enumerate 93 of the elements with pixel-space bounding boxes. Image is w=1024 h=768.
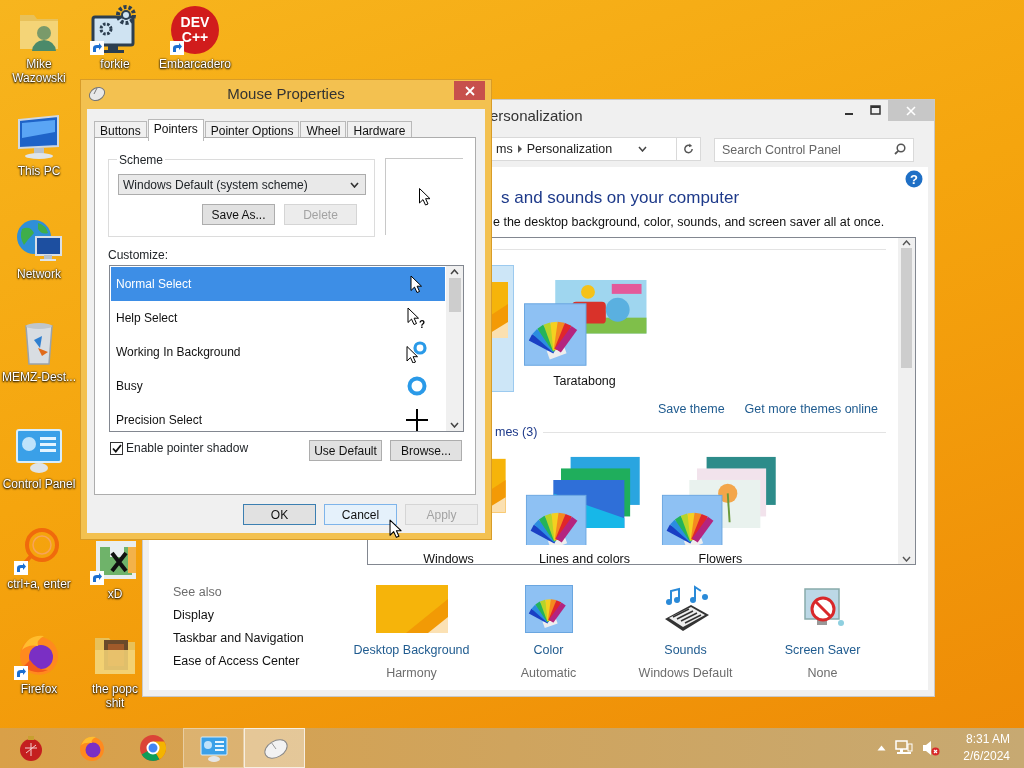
window-title: ersonalization [490, 106, 583, 126]
refresh-icon [683, 143, 694, 155]
show-hidden-icons-icon[interactable] [877, 745, 887, 751]
setting-link[interactable]: Sounds [664, 641, 707, 660]
dropdown-chevron-icon[interactable] [637, 146, 647, 152]
scroll-down-icon [902, 556, 911, 562]
scroll-up-icon [902, 240, 911, 246]
pointer-list[interactable]: Normal Select Help Select ? Working In Background Busy Precision Select [109, 265, 464, 432]
busy-pointer-icon [406, 341, 428, 363]
scrollbar-thumb[interactable] [901, 248, 912, 368]
shortcut-arrow-icon [90, 571, 104, 585]
theme-name: Flowers [698, 550, 743, 568]
button[interactable]: Use Default [309, 440, 382, 461]
dropdown-chevron-icon [350, 181, 359, 188]
close-button[interactable] [454, 81, 485, 100]
control-panel-icon [199, 734, 228, 762]
list-item[interactable]: Precision Select [111, 403, 445, 431]
crosshair-icon [406, 409, 428, 431]
shortcut-arrow-icon [14, 561, 28, 575]
checkbox[interactable] [110, 441, 123, 455]
button[interactable]: OK [243, 504, 316, 525]
scrollbar[interactable] [446, 266, 463, 431]
see-also-link[interactable]: Display [173, 604, 343, 627]
shortcut-arrow-icon [14, 666, 28, 680]
theme-name: Taratabong [553, 373, 616, 391]
list-item[interactable]: Working In Background [111, 335, 445, 369]
button[interactable]: Save As... [202, 204, 275, 225]
search-field[interactable]: Search Control Panel [714, 138, 914, 162]
pointer-name: Help Select [116, 310, 178, 327]
maximize-icon [869, 105, 881, 115]
setting-value: Harmony [386, 664, 437, 682]
volume-muted-icon[interactable] [922, 740, 941, 756]
pointer-arrow-icon [410, 274, 424, 294]
clock-time: 8:31 AM [965, 731, 1010, 748]
setting-value: Automatic [520, 664, 577, 682]
taskbar-button[interactable] [244, 728, 305, 768]
scroll-up-icon [450, 269, 459, 275]
checkbox-label[interactable]: Enable pointer shadow [126, 439, 249, 457]
theme-link[interactable]: Save theme [657, 400, 725, 419]
theme-tile[interactable]: Lines and colors [519, 447, 650, 570]
button[interactable]: Browse... [390, 440, 462, 461]
mouse-icon [88, 85, 106, 101]
breadcrumb-item[interactable]: Personalization [522, 139, 617, 159]
see-also-link[interactable]: Taskbar and Navigation [173, 627, 343, 650]
section-title: See also [173, 584, 223, 601]
help-icon[interactable]: ? [905, 170, 923, 188]
spinner-icon [407, 376, 427, 396]
close-icon [464, 85, 475, 96]
setting-link[interactable]: Color [533, 641, 564, 660]
setting-link[interactable]: Desktop Background [353, 641, 470, 660]
scrollbar-thumb[interactable] [448, 278, 461, 312]
mouse-pointer-icon [389, 519, 403, 539]
minimize-icon [845, 113, 853, 115]
group-title: mes (3) [495, 423, 538, 441]
theme-name: Lines and colors [539, 550, 630, 568]
pointer-name: Busy [116, 378, 143, 395]
list-item[interactable]: Busy [111, 369, 445, 403]
dialog-title: Mouse Properties [227, 83, 345, 104]
setting-value: Windows Default [638, 664, 733, 682]
desktop-background-thumbnail[interactable] [375, 585, 448, 633]
search-icon [894, 143, 906, 155]
theme-tile[interactable]: Taratabong [519, 265, 650, 392]
page-heading: s and sounds on your computer [501, 188, 741, 208]
page-description: e the desktop background, color, sounds, and screen saver all at once. [493, 215, 886, 230]
color-palette-icon[interactable] [524, 585, 573, 633]
close-icon [906, 105, 916, 116]
scroll-down-icon [450, 422, 459, 428]
theme-link[interactable]: Get more themes online [744, 400, 878, 419]
chrome-icon [138, 734, 167, 762]
setting-link[interactable]: Screen Saver [784, 641, 861, 660]
button[interactable]: Cancel [324, 504, 397, 525]
pointer-name: Normal Select [116, 276, 192, 293]
setting-value: None [807, 664, 838, 682]
breadcrumb-item[interactable]: ms [492, 139, 517, 159]
scheme-dropdown[interactable]: Windows Default (system scheme) [118, 174, 366, 195]
scrollbar[interactable] [898, 238, 915, 564]
list-item[interactable]: Help Select ? [111, 301, 445, 335]
pointer-name: Precision Select [116, 412, 203, 429]
pointer-name: Working In Background [116, 344, 241, 361]
theme-name: Windows [423, 550, 474, 568]
tab[interactable]: Pointers [147, 119, 204, 141]
list-label: Customize: [108, 247, 169, 264]
pointer-arrow-icon [418, 188, 431, 206]
shortcut-arrow-icon [170, 41, 184, 55]
breadcrumb-arrow-icon [516, 145, 523, 153]
shortcut-arrow-icon [90, 41, 104, 55]
clock-date: 2/6/2024 [963, 748, 1010, 765]
theme-tile[interactable]: Flowers [655, 447, 786, 570]
firefox-icon [77, 734, 106, 762]
taskbar-button[interactable] [183, 728, 244, 768]
see-also-link[interactable]: Ease of Access Center [173, 650, 343, 673]
address-bar[interactable]: ms Personalization [491, 137, 701, 161]
checkmark-icon [111, 443, 122, 453]
